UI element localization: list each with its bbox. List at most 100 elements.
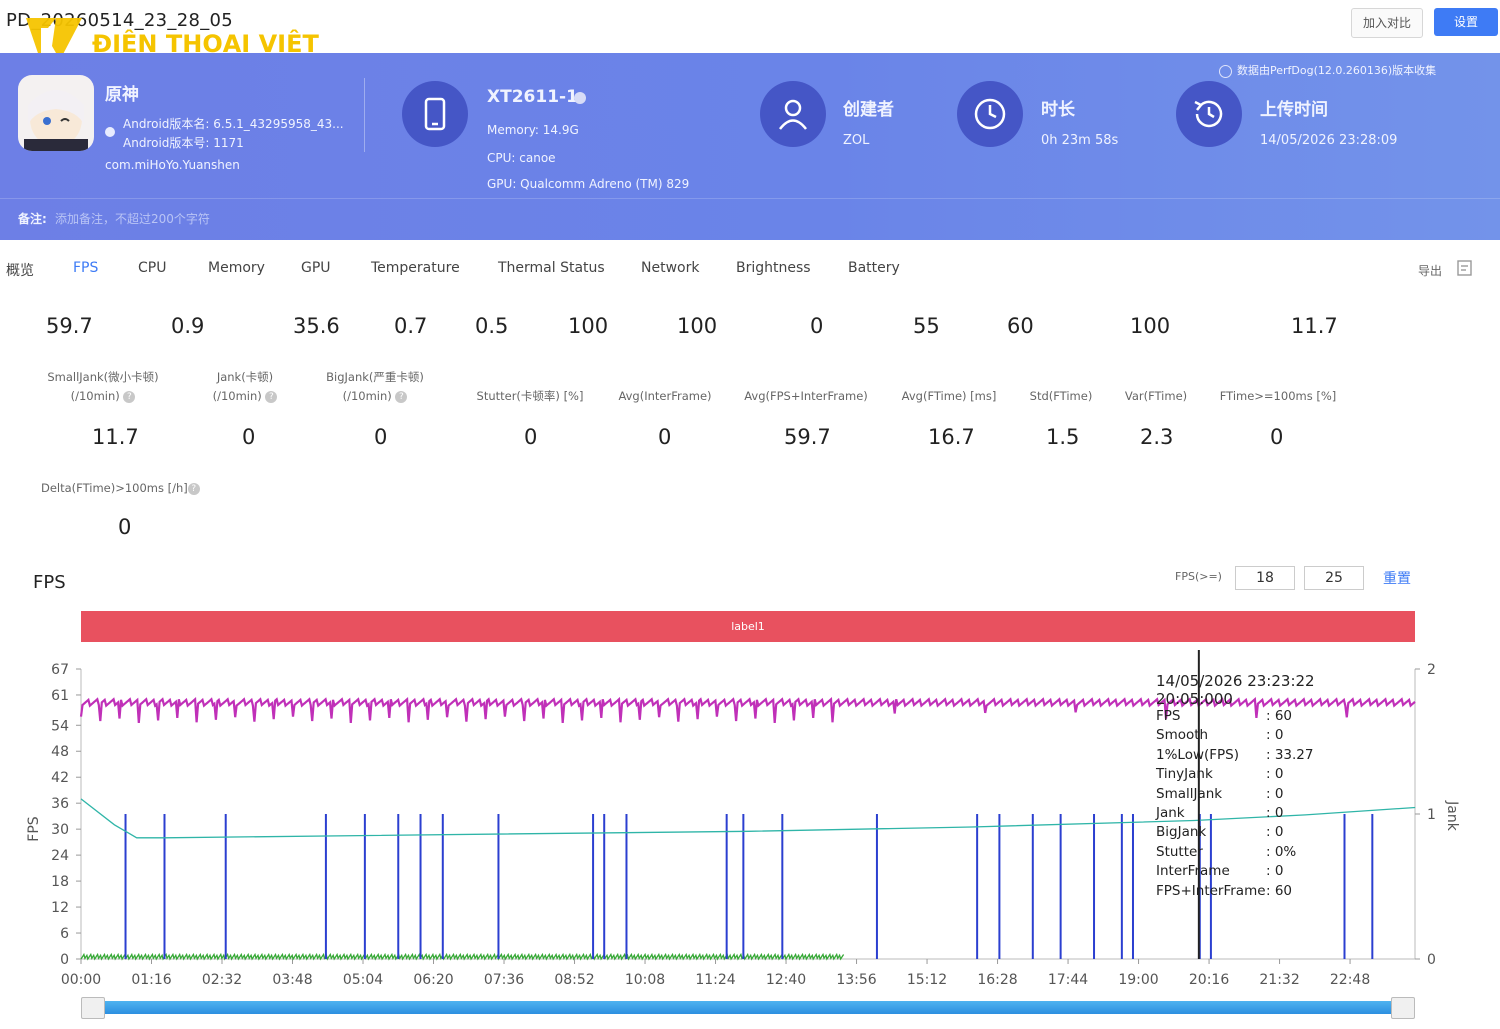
stat-label: Avg(InterFrame): [618, 389, 712, 403]
collected-note: 数据由PerfDog(12.0.260136)版本收集: [1237, 64, 1437, 77]
android-version-name: Android版本名: 6.5.1_43295958_43...: [123, 117, 344, 131]
tab-fps[interactable]: FPS: [73, 260, 98, 276]
stat-value: 100: [677, 314, 718, 338]
y-axis-title: FPS: [26, 816, 42, 841]
export-button[interactable]: 导出: [1418, 262, 1442, 279]
help-icon[interactable]: ?: [395, 390, 408, 403]
y-tick-label: 61: [51, 688, 69, 704]
stat-value: 0: [810, 314, 824, 338]
app-avatar: [18, 75, 94, 151]
stat-label: BigJank(严重卡顿) (/10min) ?: [326, 370, 424, 403]
x-tick-label: 16:28: [977, 972, 1017, 988]
duration-value: 0h 23m 58s: [1041, 133, 1119, 148]
creator-value: ZOL: [843, 133, 870, 148]
stat-label: Jank(卡顿) (/10min) ?: [190, 368, 300, 406]
stat-label: Avg(FTime) [ms]: [901, 389, 997, 403]
reset-button[interactable]: 重置: [1383, 568, 1411, 588]
tab-gpu[interactable]: GPU: [301, 260, 331, 276]
stat-label: SmallJank(微小卡顿) (/10min) ?: [47, 370, 159, 403]
tooltip-value: : 0%: [1266, 843, 1297, 860]
x-tick-label: 07:36: [484, 972, 524, 988]
stat-value: 0.5: [475, 314, 509, 338]
x-tick-label: 11:24: [695, 972, 735, 988]
tab-temperature[interactable]: Temperature: [371, 260, 460, 276]
fps-threshold-input-2[interactable]: 25: [1304, 566, 1364, 590]
stat-label: FTime>=100ms [%]: [1219, 389, 1337, 403]
y2-tick-label: 0: [1427, 952, 1436, 968]
duration-label: 时长: [1041, 100, 1075, 120]
y-tick-label: 24: [51, 848, 69, 864]
device-info-icon[interactable]: [574, 92, 586, 104]
slider-track: [81, 1001, 1415, 1014]
tooltip-row: Stutter: 0%: [1150, 844, 1350, 863]
fps-chart-title: FPS: [33, 572, 66, 593]
tooltip-value: : 0: [1266, 785, 1284, 802]
stat-value: 59.7: [46, 314, 93, 338]
y-tick-label: 18: [51, 874, 69, 890]
tooltip-row: FPS+InterFrame: 60: [1150, 883, 1350, 902]
tooltip-value: : 60: [1266, 882, 1293, 899]
stat-value: 0.7: [394, 314, 428, 338]
phone-icon: [402, 81, 468, 147]
stat-value: 11.7: [92, 425, 139, 449]
tooltip-offset: 20:05:000: [1156, 690, 1233, 708]
interframe-series-line: [80, 952, 845, 961]
game-name: 原神: [105, 85, 139, 105]
tooltip-row: BigJank: 0: [1150, 824, 1350, 843]
y-tick-label: 30: [51, 822, 69, 838]
user-icon: [760, 81, 826, 147]
tooltip-key: InterFrame: [1156, 863, 1230, 880]
fps-threshold-input-1[interactable]: 18: [1235, 566, 1295, 590]
tab-cpu[interactable]: CPU: [138, 260, 166, 276]
tooltip-time: 14/05/2026 23:23:22: [1156, 672, 1315, 690]
tab-network[interactable]: Network: [641, 260, 699, 276]
tab-brightness[interactable]: Brightness: [736, 260, 811, 276]
tooltip-value: : 33.27: [1266, 746, 1314, 763]
clock-icon: [957, 81, 1023, 147]
tab-overview[interactable]: 概览: [6, 260, 34, 280]
tooltip-key: FPS: [1156, 708, 1181, 724]
package-name: com.miHoYo.Yuanshen: [105, 158, 240, 172]
x-tick-label: 10:08: [625, 972, 665, 988]
stat-value: 0: [118, 515, 132, 539]
time-range-slider[interactable]: [81, 997, 1415, 1019]
stat-value: 35.6: [293, 314, 340, 338]
y-tick-label: 36: [51, 796, 69, 812]
stat-value: 60: [1007, 314, 1034, 338]
tooltip-row: 1%Low(FPS): 33.27: [1150, 747, 1350, 766]
x-tick-label: 01:16: [131, 972, 171, 988]
label-band[interactable]: label1: [81, 611, 1415, 642]
android-version-code: Android版本号: 1171: [123, 136, 244, 150]
tab-memory[interactable]: Memory: [208, 260, 265, 276]
x-tick-label: 20:16: [1189, 972, 1229, 988]
add-compare-button[interactable]: 加入对比: [1351, 8, 1423, 38]
settings-button[interactable]: 设置: [1434, 8, 1498, 36]
x-tick-label: 22:48: [1330, 972, 1370, 988]
upload-label: 上传时间: [1260, 100, 1328, 120]
tooltip-key: TinyJank: [1156, 766, 1213, 783]
x-tick-label: 21:32: [1259, 972, 1299, 988]
stat-value: 0: [1270, 425, 1284, 449]
tab-battery[interactable]: Battery: [848, 260, 900, 276]
y2-axis-title: Jank: [1444, 800, 1460, 832]
remark-input[interactable]: 添加备注，不超过200个字符: [55, 210, 210, 227]
y-tick-label: 67: [51, 662, 69, 678]
x-tick-label: 17:44: [1048, 972, 1088, 988]
tooltip-key: Jank: [1156, 804, 1185, 821]
help-icon[interactable]: ?: [265, 390, 278, 403]
y2-tick-label: 1: [1427, 807, 1436, 823]
x-tick-label: 06:20: [413, 972, 453, 988]
help-icon[interactable]: ?: [187, 482, 200, 495]
tab-thermal-status[interactable]: Thermal Status: [498, 260, 605, 276]
history-icon: [1176, 81, 1242, 147]
export-icon[interactable]: [1456, 259, 1474, 277]
slider-left-handle[interactable]: [81, 997, 105, 1019]
stat-label: Var(FTime): [1124, 389, 1188, 403]
y-tick-label: 6: [60, 926, 69, 942]
slider-right-handle[interactable]: [1391, 997, 1415, 1019]
device-cpu: CPU: canoe: [487, 151, 556, 165]
info-icon: [1219, 65, 1232, 78]
help-icon[interactable]: ?: [123, 390, 136, 403]
stat-value: 0.9: [171, 314, 205, 338]
device-memory: Memory: 14.9G: [487, 123, 579, 137]
